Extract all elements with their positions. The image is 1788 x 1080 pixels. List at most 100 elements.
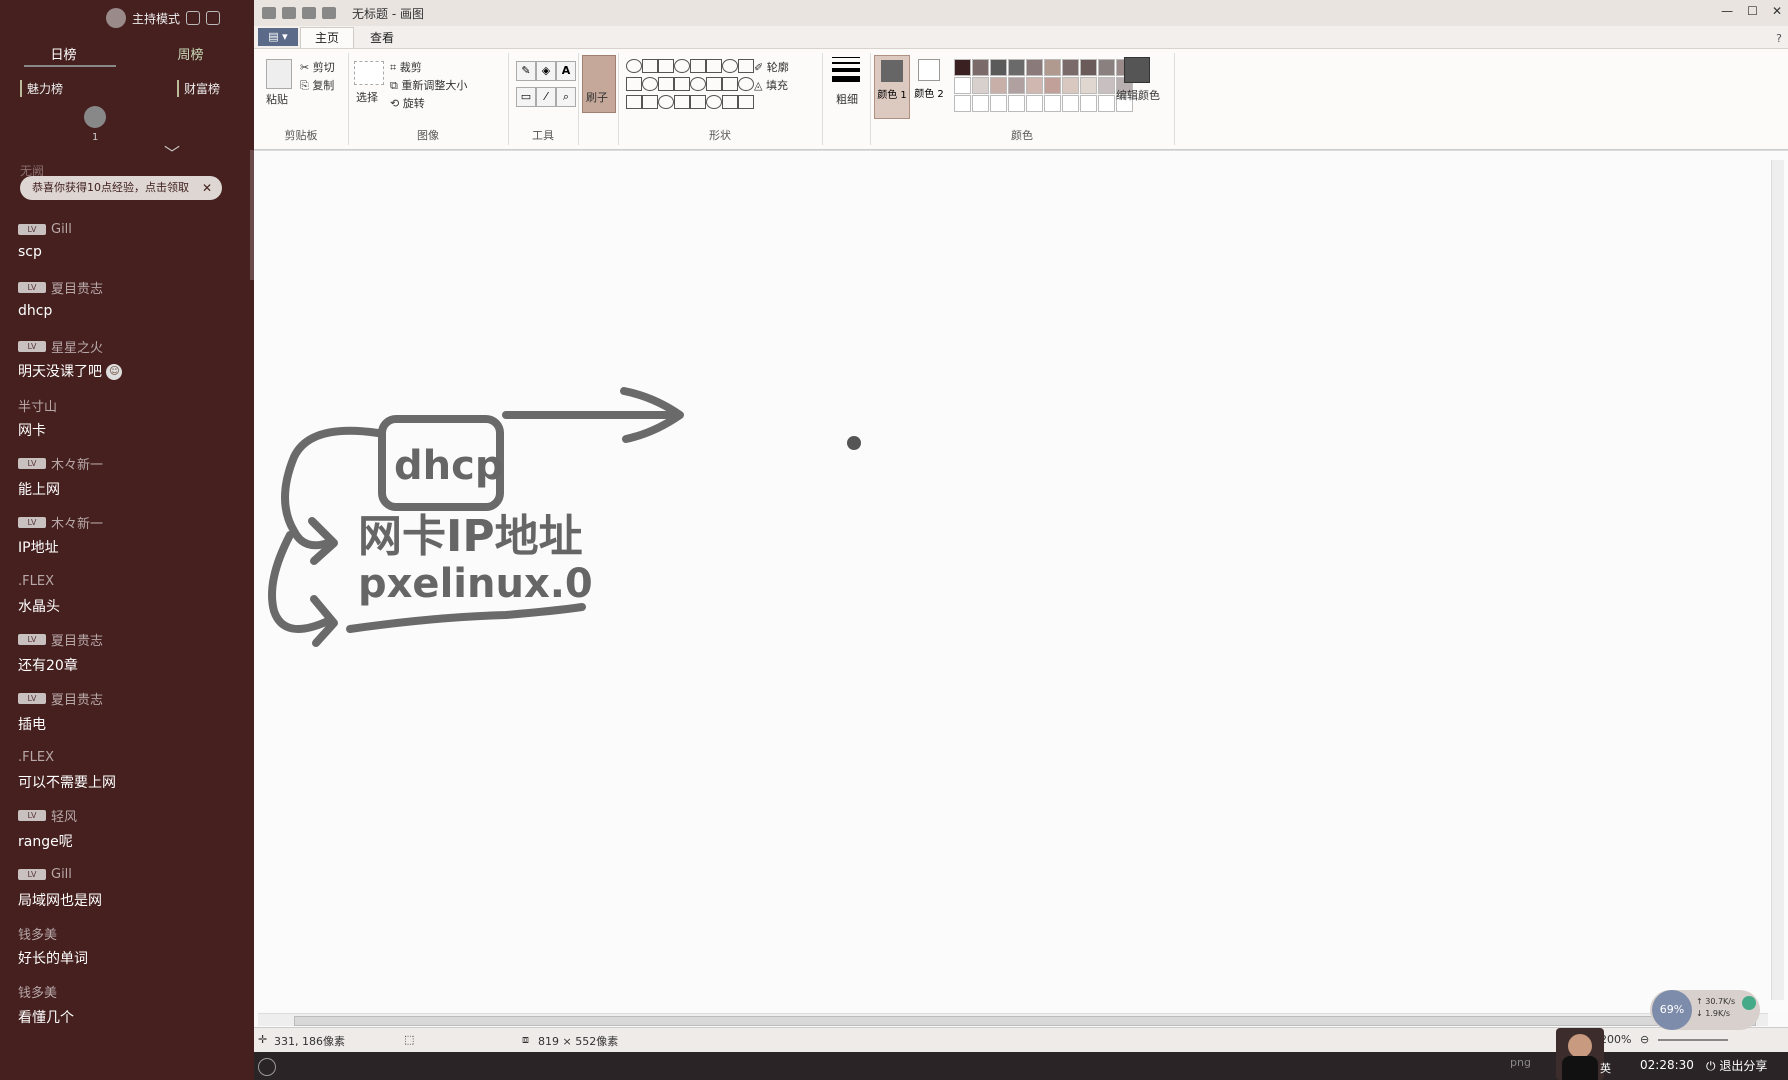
palette-swatch[interactable] <box>1098 77 1115 94</box>
pencil-icon[interactable]: ✎ <box>516 61 536 81</box>
text-tool-icon[interactable]: A <box>556 61 576 81</box>
chat-username-row[interactable]: LV 夏目贵志 <box>18 277 248 299</box>
chat-username-row[interactable]: 钱多美 <box>18 981 248 1003</box>
help-icon[interactable]: ? <box>1776 32 1782 45</box>
chat-username-row[interactable]: LV 木々新一 <box>18 453 248 475</box>
shape-option[interactable] <box>658 95 674 109</box>
palette-swatch[interactable] <box>1062 95 1079 112</box>
palette-swatch[interactable] <box>1026 95 1043 112</box>
exp-reward-toast[interactable]: 恭喜你获得10点经验，点击领取 ✕ <box>20 176 222 200</box>
palette-swatch[interactable] <box>1080 77 1097 94</box>
chat-username-row[interactable]: LV Gill <box>18 218 248 240</box>
shape-option[interactable] <box>642 95 658 109</box>
palette-swatch[interactable] <box>1026 77 1043 94</box>
chevron-down-icon[interactable]: ﹀ <box>164 140 180 164</box>
palette-swatch[interactable] <box>1080 59 1097 76</box>
shape-option[interactable] <box>722 95 738 109</box>
tab-home[interactable]: 主页 <box>300 27 355 48</box>
shape-option[interactable] <box>706 59 722 73</box>
shape-option[interactable] <box>722 77 738 91</box>
shape-option[interactable] <box>674 59 690 73</box>
palette-swatch[interactable] <box>1008 95 1025 112</box>
select-button[interactable]: 选择 <box>356 89 378 105</box>
exit-share-button[interactable]: ⏻ 退出分享 <box>1706 1057 1767 1074</box>
palette-swatch[interactable] <box>1044 77 1061 94</box>
chat-username-row[interactable]: LV 夏目贵志 <box>18 688 248 710</box>
shape-option[interactable] <box>626 77 642 91</box>
chat-username-row[interactable]: 钱多美 <box>18 922 248 944</box>
settings-icon[interactable] <box>186 11 201 25</box>
shape-option[interactable] <box>690 95 706 109</box>
palette-swatch[interactable] <box>990 95 1007 112</box>
horizontal-scrollbar[interactable] <box>258 1013 1768 1026</box>
shape-option[interactable] <box>642 59 658 73</box>
paste-button[interactable]: 粘贴 <box>266 91 288 107</box>
palette-swatch[interactable] <box>954 59 971 76</box>
host-mode-row[interactable]: 主持模式 <box>106 8 221 28</box>
file-menu-button[interactable]: ▤ ▾ <box>258 28 298 46</box>
palette-swatch[interactable] <box>1062 77 1079 94</box>
color1-slot[interactable]: 颜色 1 <box>874 55 910 119</box>
palette-swatch[interactable] <box>954 95 971 112</box>
select-icon[interactable] <box>354 61 384 85</box>
tab-view[interactable]: 查看 <box>356 28 408 48</box>
size-button[interactable]: 粗细 <box>836 91 858 107</box>
chat-username-row[interactable]: .FLEX <box>18 746 248 768</box>
undo-icon[interactable] <box>302 7 316 19</box>
tab-charm-rank[interactable]: 魅力榜 <box>20 80 63 97</box>
color-picker-icon[interactable]: ⁄ <box>536 87 556 107</box>
palette-swatch[interactable] <box>972 95 989 112</box>
outline-button[interactable]: ✐ 轮廓 <box>754 59 789 75</box>
tab-daily-rank[interactable]: 日榜 <box>0 44 127 63</box>
maximize-button[interactable]: ☐ <box>1747 4 1758 18</box>
fill-button[interactable]: ◬ 填充 <box>754 77 788 93</box>
resize-button[interactable]: ⧉ 重新调整大小 <box>390 77 467 93</box>
palette-swatch[interactable] <box>1008 59 1025 76</box>
shape-option[interactable] <box>674 77 690 91</box>
palette-swatch[interactable] <box>1044 95 1061 112</box>
rotate-button[interactable]: ⟲ 旋转 <box>390 95 425 111</box>
crop-button[interactable]: ⌗ 裁剪 <box>390 59 422 75</box>
ranked-user-avatar[interactable] <box>84 106 106 128</box>
palette-swatch[interactable] <box>990 59 1007 76</box>
paste-icon[interactable] <box>266 59 292 89</box>
shape-option[interactable] <box>626 95 642 109</box>
magnifier-icon[interactable]: ⌕ <box>556 87 576 107</box>
edit-colors-icon[interactable] <box>1124 57 1150 83</box>
palette-swatch[interactable] <box>1026 59 1043 76</box>
eraser-icon[interactable]: ▭ <box>516 87 536 107</box>
tab-wealth-rank[interactable]: 财富榜 <box>176 80 220 97</box>
boost-icon[interactable] <box>1742 996 1756 1010</box>
shape-option[interactable] <box>690 77 706 91</box>
chat-username-row[interactable]: LV 星星之火 <box>18 335 248 357</box>
zoom-slider[interactable] <box>1658 1039 1728 1041</box>
chat-username-row[interactable]: 半寸山 <box>18 394 248 416</box>
palette-swatch[interactable] <box>1008 77 1025 94</box>
palette-swatch[interactable] <box>972 59 989 76</box>
palette-swatch[interactable] <box>1044 59 1061 76</box>
ime-indicator[interactable]: 英 <box>1600 1060 1611 1076</box>
palette-swatch[interactable] <box>1062 59 1079 76</box>
minimize-button[interactable]: — <box>1721 4 1733 18</box>
shape-option[interactable] <box>706 95 722 109</box>
shape-option[interactable] <box>722 59 738 73</box>
tab-weekly-rank[interactable]: 周榜 <box>127 44 254 63</box>
network-speed-widget[interactable]: 69% ↑ 30.7K/s ↓ 1.9K/s <box>1650 990 1760 1030</box>
line-width-icon[interactable] <box>832 57 860 82</box>
shape-option[interactable] <box>642 77 658 91</box>
chat-username-row[interactable]: LV Gill <box>18 864 248 886</box>
chat-username-row[interactable]: LV 夏目贵志 <box>18 629 248 651</box>
color2-slot[interactable]: 颜色 2 <box>912 55 946 117</box>
palette-swatch[interactable] <box>972 77 989 94</box>
edit-colors-button[interactable]: 编辑颜色 <box>1116 87 1160 103</box>
shape-option[interactable] <box>738 59 754 73</box>
vertical-scrollbar[interactable] <box>1771 160 1784 1000</box>
save-icon[interactable] <box>282 7 296 19</box>
palette-swatch[interactable] <box>1098 95 1115 112</box>
shape-option[interactable] <box>738 77 754 91</box>
redo-icon[interactable] <box>322 7 336 19</box>
fill-bucket-icon[interactable]: ◈ <box>536 61 556 81</box>
chat-username-row[interactable]: LV 轻风 <box>18 805 248 827</box>
shape-option[interactable] <box>674 95 690 109</box>
close-icon[interactable]: ✕ <box>202 176 212 200</box>
